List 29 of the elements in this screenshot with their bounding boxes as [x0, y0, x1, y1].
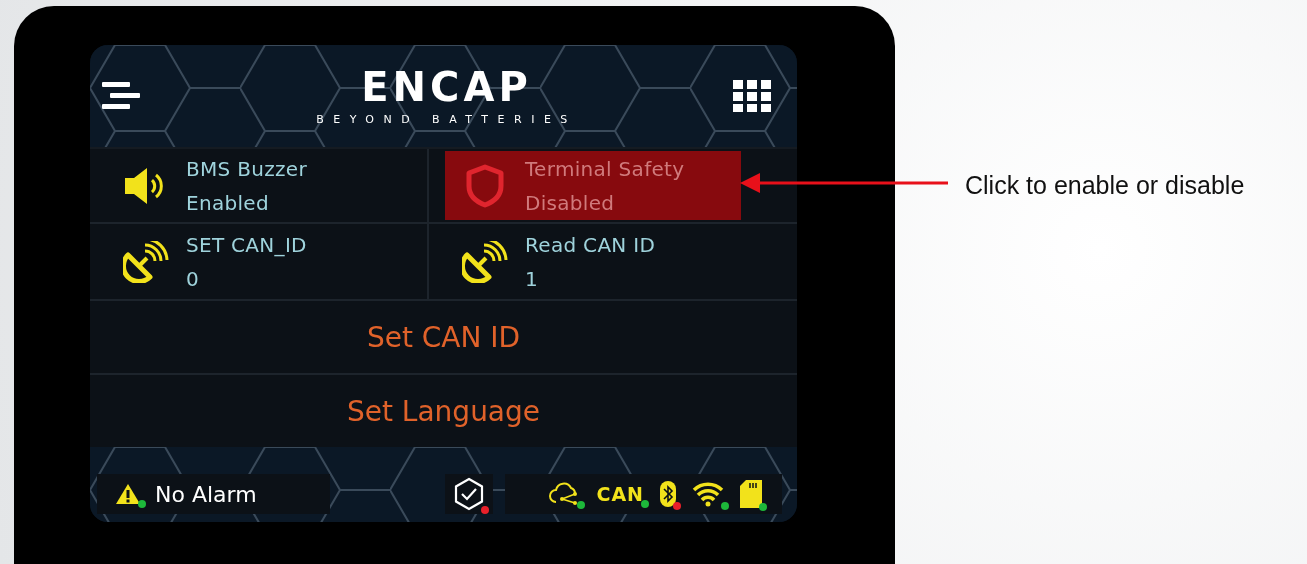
can-bus-label: CAN — [596, 483, 644, 505]
warning-icon — [115, 483, 141, 505]
action-button[interactable]: Set CAN ID — [90, 299, 797, 373]
satellite-dish-icon — [123, 240, 169, 283]
setting-tile[interactable]: SET CAN_ID 0 — [90, 224, 427, 299]
annotation-text: Click to enable or disable — [965, 171, 1245, 200]
setting-title: SET CAN_ID — [186, 232, 307, 257]
setting-value: 0 — [186, 266, 201, 291]
bluetooth-icon — [660, 481, 676, 507]
setting-title: Terminal Safety — [525, 156, 685, 181]
alarm-status: No Alarm — [155, 481, 257, 507]
shield-icon — [466, 163, 504, 208]
apps-grid-icon[interactable] — [733, 80, 771, 112]
setting-value: Enabled — [186, 190, 270, 215]
arrow-icon — [740, 173, 948, 193]
menu-icon[interactable] — [102, 80, 140, 112]
setting-title: BMS Buzzer — [186, 156, 307, 181]
brand-logo: ENCAP — [361, 66, 532, 107]
shield-check-icon[interactable] — [454, 477, 484, 511]
setting-title: Read CAN ID — [525, 232, 656, 257]
action-button[interactable]: Set Language — [90, 373, 797, 447]
sd-card-icon — [740, 480, 762, 508]
wifi-icon — [692, 481, 724, 507]
setting-tile[interactable]: BMS Buzzer Enabled — [90, 149, 427, 222]
setting-value: Disabled — [525, 190, 616, 215]
brand-tagline: BEYOND BATTERIES — [316, 112, 577, 126]
satellite-dish-icon — [462, 240, 508, 283]
setting-tile[interactable]: Read CAN ID 1 — [429, 224, 797, 299]
setting-value: 1 — [525, 266, 540, 291]
